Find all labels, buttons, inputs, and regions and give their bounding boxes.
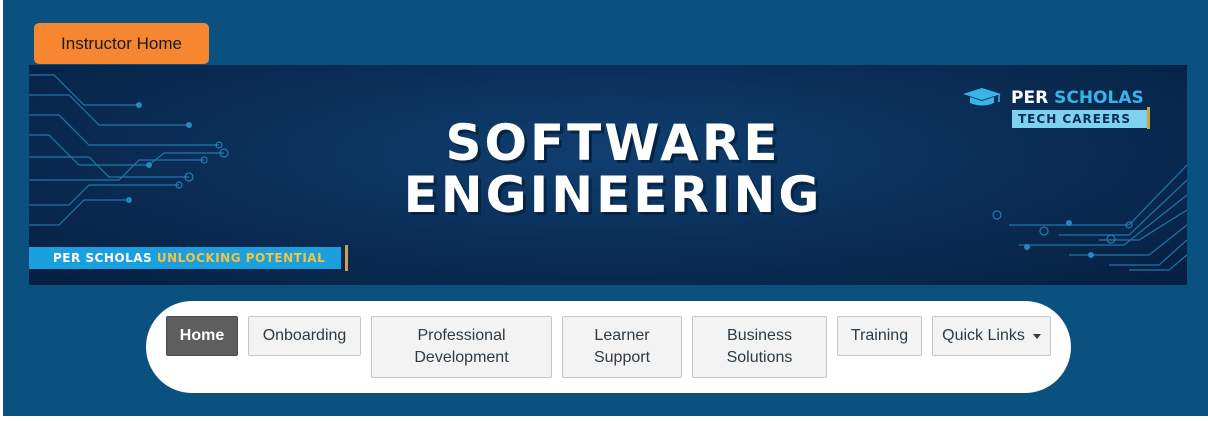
tagline-per-scholas: PER SCHOLAS (53, 251, 153, 265)
logo-wordmark: PER SCHOLAS (1011, 87, 1144, 109)
nav-professional-development-label: Professional Development (414, 327, 509, 366)
banner-title-line-2: ENGINEERING (403, 166, 823, 224)
logo-tech-careers-tag: TECH CAREERS (1012, 110, 1148, 128)
nav-business-solutions-label: Business Solutions (726, 327, 793, 366)
nav-learner-support-button[interactable]: Learner Support (562, 316, 682, 378)
logo-per-text: PER (1011, 88, 1049, 108)
nav-quick-links-label: Quick Links (942, 327, 1025, 344)
nav-quick-links-dropdown[interactable]: Quick Links (932, 316, 1051, 356)
nav-home-button[interactable]: Home (166, 316, 238, 356)
nav-home-label: Home (179, 327, 225, 344)
nav-onboarding-button[interactable]: Onboarding (248, 316, 361, 356)
course-nav-bar: Home Onboarding Professional Development… (146, 301, 1071, 393)
graduation-cap-icon (963, 88, 1001, 106)
nav-learner-support-label: Learner Support (593, 327, 651, 366)
nav-business-solutions-button[interactable]: Business Solutions (692, 316, 827, 378)
text-cursor-mark (1147, 107, 1150, 129)
nav-professional-development-button[interactable]: Professional Development (371, 316, 552, 378)
per-scholas-logo: PER SCHOLAS TECH CAREERS (961, 87, 1161, 135)
page: Instructor Home SOFTWARE ENGINEERING PER… (0, 0, 1208, 421)
header-panel: Instructor Home SOFTWARE ENGINEERING PER… (3, 0, 1208, 416)
caret-down-icon (1032, 333, 1041, 339)
nav-training-button[interactable]: Training (837, 316, 922, 356)
logo-scholas-text: SCHOLAS (1054, 88, 1144, 108)
software-engineering-banner: SOFTWARE ENGINEERING PER SCHOLAS TECH CA… (29, 65, 1187, 285)
instructor-home-button[interactable]: Instructor Home (34, 23, 209, 64)
nav-onboarding-label: Onboarding (262, 327, 347, 344)
nav-training-label: Training (850, 327, 909, 344)
tagline-unlocking-potential: UNLOCKING POTENTIAL (156, 251, 326, 265)
tagline-strip: PER SCHOLAS UNLOCKING POTENTIAL (29, 247, 341, 269)
text-cursor-mark (345, 245, 348, 271)
